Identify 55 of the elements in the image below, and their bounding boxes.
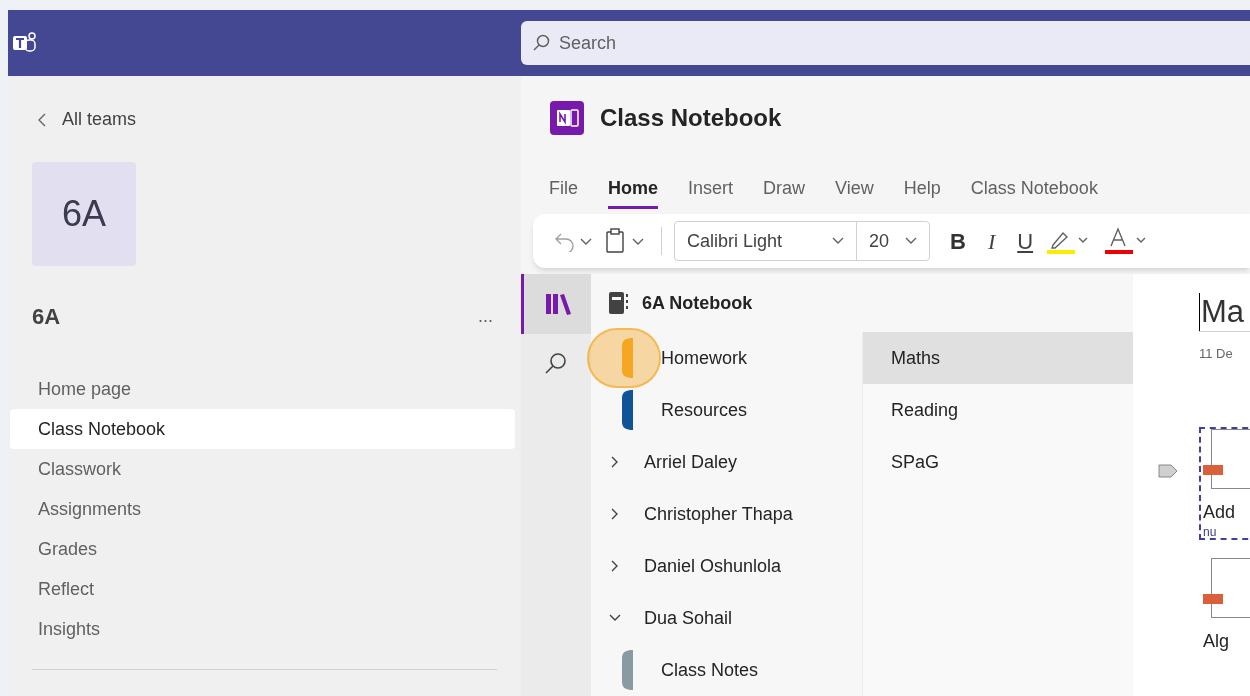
team-tile: 6A xyxy=(32,162,136,266)
section-item[interactable]: Homework xyxy=(591,332,862,384)
chevron-down-icon xyxy=(832,237,844,245)
page-date: 11 De xyxy=(1199,345,1234,363)
chevron-down-icon xyxy=(905,237,917,245)
search-placeholder: Search xyxy=(559,31,617,55)
section-group[interactable]: Christopher Thapa xyxy=(591,488,862,540)
chevron-left-icon xyxy=(38,112,46,127)
search-field[interactable]: Search xyxy=(521,21,1250,65)
page-item[interactable]: Maths xyxy=(863,332,1133,384)
page-title[interactable]: Ma xyxy=(1201,296,1245,331)
nav-item[interactable]: Reflect xyxy=(10,569,515,609)
nav-item[interactable]: Class Notebook xyxy=(10,409,515,449)
file-caption: Add xyxy=(1203,500,1237,524)
ribbon-tab[interactable]: Home xyxy=(608,167,659,209)
nav-item[interactable]: Insights xyxy=(10,609,515,649)
file-caption: Alg xyxy=(1203,629,1230,653)
ribbon-tab[interactable]: Help xyxy=(903,167,941,209)
nav-item[interactable]: Home page xyxy=(10,369,515,409)
back-link[interactable]: All teams xyxy=(8,106,521,133)
font-size-dropdown[interactable]: 20 xyxy=(857,222,929,260)
search-icon[interactable] xyxy=(544,352,568,376)
library-icon xyxy=(544,292,571,316)
section-group[interactable]: Dua Sohail xyxy=(591,592,862,644)
notebook-title: 6A Notebook xyxy=(642,291,753,315)
page-item[interactable]: SPaG xyxy=(863,436,1133,488)
ribbon-tab[interactable]: Insert xyxy=(688,167,734,209)
section-item[interactable]: Class Notes xyxy=(591,644,862,696)
font-dropdown[interactable]: Calibri Light xyxy=(675,222,857,260)
bold-button[interactable]: B xyxy=(950,224,966,258)
ribbon-tab[interactable]: File xyxy=(549,167,578,209)
file-marker xyxy=(1203,464,1223,475)
file-note: nu xyxy=(1203,525,1218,538)
section-group[interactable]: Daniel Oshunlola xyxy=(591,540,862,592)
teams-logo-icon[interactable] xyxy=(12,31,38,55)
search-icon xyxy=(533,34,551,52)
nav-item[interactable]: Assignments xyxy=(10,489,515,529)
app-title: Class Notebook xyxy=(600,103,782,133)
file-marker xyxy=(1203,593,1223,604)
notebooks-tab[interactable] xyxy=(521,274,591,334)
tag-icon xyxy=(1158,464,1178,478)
more-options-button[interactable]: ... xyxy=(478,303,493,330)
section-group[interactable]: Arriel Daley xyxy=(591,436,862,488)
ribbon-tab[interactable]: View xyxy=(835,167,874,209)
ribbon-tab[interactable]: Class Notebook xyxy=(970,167,1098,209)
nav-item[interactable]: Classwork xyxy=(10,449,515,489)
italic-button[interactable]: I xyxy=(987,224,996,258)
team-name: 6A xyxy=(32,303,61,331)
page-item[interactable]: Reading xyxy=(863,384,1133,436)
section-item[interactable]: Resources xyxy=(591,384,862,436)
ribbon-tab[interactable]: Draw xyxy=(763,167,806,209)
underline-button[interactable]: U xyxy=(1017,224,1034,258)
notebook-icon xyxy=(608,291,630,315)
nav-item[interactable]: Grades xyxy=(10,529,515,569)
onenote-icon xyxy=(550,101,584,135)
